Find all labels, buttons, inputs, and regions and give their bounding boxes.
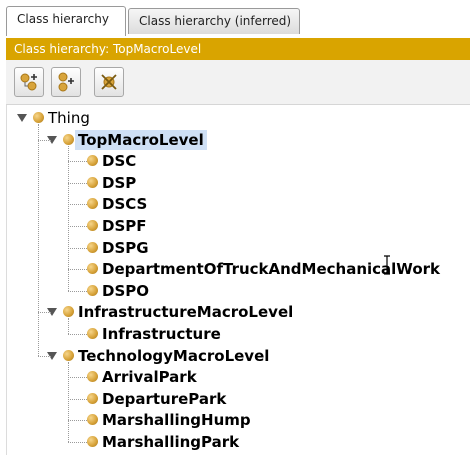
tree-connector — [68, 290, 87, 292]
delete-class-button[interactable] — [94, 67, 124, 97]
class-label: DSPO — [102, 281, 149, 300]
class-icon — [87, 284, 98, 296]
tree-connector — [38, 355, 51, 357]
tree-node-thing[interactable]: Thing — [7, 108, 467, 128]
class-icon — [87, 328, 98, 339]
tree-node-topmacrolevel[interactable]: TopMacroLevel — [7, 129, 467, 150]
tree-connector — [38, 312, 51, 314]
tree-connector — [68, 204, 87, 206]
class-icon — [87, 371, 98, 383]
toolbar — [6, 60, 470, 105]
class-tree: Thing TopMacroLevel DSC DSP DSCS DSPF DSPG Depa… — [6, 105, 471, 455]
tree-connector — [38, 139, 51, 141]
class-icon — [63, 133, 74, 145]
tree-connector — [68, 161, 87, 163]
tab-bar: Class hierarchy Class hierarchy (inferre… — [6, 6, 470, 36]
tree-node-technologymacrolevel[interactable]: TechnologyMacroLevel — [7, 346, 467, 366]
tree-connector — [68, 442, 87, 443]
tree-connector — [68, 377, 87, 379]
tree-connector — [68, 269, 87, 271]
tab-class-hierarchy-inferred[interactable]: Class hierarchy (inferred) — [128, 8, 300, 34]
class-label: DSP — [102, 173, 137, 192]
class-label: DSPG — [102, 238, 149, 257]
class-icon — [87, 176, 98, 188]
tree-connector — [68, 318, 69, 334]
expand-toggle-icon[interactable] — [17, 114, 27, 122]
tree-node-infrastructuremacrolevel[interactable]: InfrastructureMacroLevel — [7, 302, 467, 322]
class-icon — [87, 436, 98, 447]
class-label: MarshallingPark — [102, 433, 240, 451]
class-icon — [87, 414, 98, 426]
tree-connector — [68, 361, 69, 442]
add-subclass-button[interactable] — [14, 67, 44, 97]
panel-title: Class hierarchy: TopMacroLevel — [6, 38, 470, 60]
tree-connector — [68, 182, 87, 184]
tree-connector — [38, 124, 39, 356]
class-label: DeparturePark — [102, 389, 227, 408]
class-icon — [63, 349, 74, 361]
class-icon — [63, 306, 74, 318]
tab-class-hierarchy[interactable]: Class hierarchy — [6, 6, 126, 36]
tree-connector — [68, 420, 87, 422]
add-subclass-icon — [20, 73, 37, 91]
class-label: MarshallingHump — [102, 411, 251, 430]
tree-connector — [68, 398, 87, 400]
tree-connector — [68, 226, 87, 227]
class-label: DSC — [102, 152, 137, 171]
class-label: InfrastructureMacroLevel — [78, 303, 294, 322]
tree-connector — [68, 247, 87, 249]
add-sibling-class-button[interactable] — [51, 67, 81, 97]
class-label: DSCS — [102, 195, 148, 214]
class-label: Thing — [48, 109, 90, 127]
text-cursor-icon — [384, 255, 390, 275]
class-icon — [33, 112, 44, 123]
class-label: DSPF — [102, 217, 147, 235]
class-icon — [87, 241, 98, 253]
class-icon — [87, 155, 98, 167]
class-icon — [87, 392, 98, 404]
class-label: Infrastructure — [102, 325, 221, 343]
class-label: ArrivalPark — [102, 368, 197, 387]
class-label: TopMacroLevel — [75, 129, 207, 150]
tree-connector — [68, 334, 87, 335]
add-sibling-class-icon — [58, 72, 74, 92]
class-label: TechnologyMacroLevel — [78, 346, 270, 365]
class-icon — [87, 263, 98, 275]
class-icon — [87, 198, 98, 210]
class-icon — [87, 220, 98, 231]
delete-class-icon — [101, 74, 117, 90]
